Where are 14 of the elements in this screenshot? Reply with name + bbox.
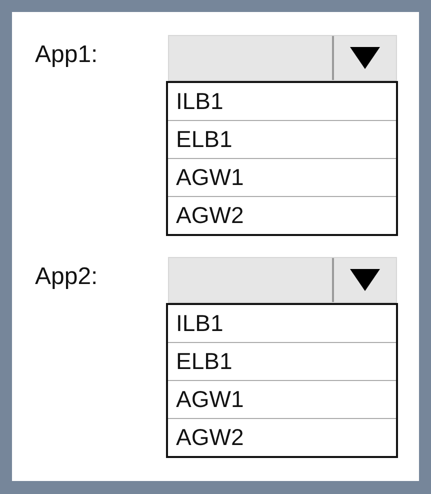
option-item[interactable]: AGW1 bbox=[168, 158, 396, 196]
dropdown[interactable] bbox=[168, 257, 397, 303]
option-item[interactable]: AGW2 bbox=[168, 196, 396, 234]
option-item[interactable]: ILB1 bbox=[168, 83, 396, 120]
dropdown[interactable] bbox=[168, 35, 397, 81]
caret-icon bbox=[350, 269, 380, 291]
question-label: App2: bbox=[35, 262, 99, 291]
option-item[interactable]: AGW1 bbox=[168, 380, 396, 418]
option-item[interactable]: AGW2 bbox=[168, 418, 396, 456]
option-item[interactable]: ILB1 bbox=[168, 305, 396, 342]
question-label: App1: bbox=[35, 40, 99, 69]
option-item[interactable]: ELB1 bbox=[168, 342, 396, 380]
caret-icon bbox=[350, 47, 380, 69]
option-item[interactable]: ELB1 bbox=[168, 120, 396, 158]
